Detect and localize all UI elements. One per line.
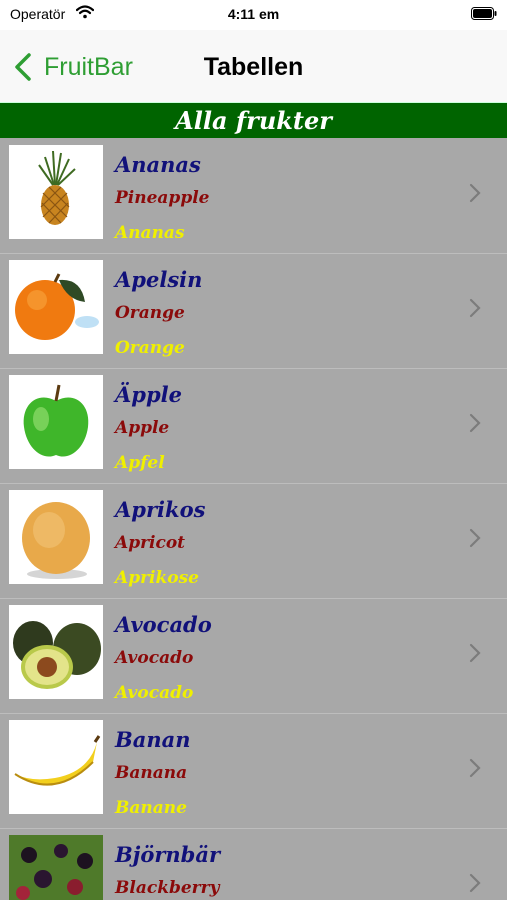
list-item[interactable]: Björnbär Blackberry <box>0 828 507 900</box>
fruit-name-swedish: Apelsin <box>115 267 203 292</box>
fruit-thumbnail <box>9 720 103 814</box>
fruit-name-english: Pineapple <box>115 188 210 208</box>
list-item[interactable]: Apelsin Orange Orange <box>0 253 507 369</box>
fruit-thumbnail <box>9 260 103 354</box>
fruit-name-german: Apfel <box>115 453 165 473</box>
fruit-name-swedish: Äpple <box>115 382 182 407</box>
list-item[interactable]: Banan Banana Banane <box>0 713 507 829</box>
list-item[interactable]: Avocado Avocado Avocado <box>0 598 507 714</box>
fruit-name-swedish: Aprikos <box>115 497 206 522</box>
fruit-name-german: Aprikose <box>115 568 199 588</box>
chevron-right-icon <box>469 413 481 433</box>
chevron-right-icon <box>469 183 481 203</box>
fruit-list[interactable]: Ananas Pineapple Ananas Apelsin Orange O… <box>0 138 507 900</box>
status-bar: Operatör 4:11 em <box>0 0 507 30</box>
fruit-thumbnail <box>9 145 103 239</box>
section-title: Alla frukter <box>175 106 332 135</box>
fruit-name-swedish: Avocado <box>115 612 212 637</box>
fruit-name-german: Orange <box>115 338 185 358</box>
fruit-thumbnail <box>9 835 103 900</box>
battery-icon <box>471 7 497 20</box>
fruit-name-english: Apple <box>115 418 170 438</box>
blackberry-icon <box>9 835 103 900</box>
fruit-thumbnail <box>9 605 103 699</box>
fruit-name-english: Avocado <box>115 648 194 668</box>
chevron-right-icon <box>469 298 481 318</box>
section-header: Alla frukter <box>0 102 507 139</box>
fruit-thumbnail <box>9 490 103 584</box>
chevron-right-icon <box>469 528 481 548</box>
status-time: 4:11 em <box>227 6 280 22</box>
fruit-thumbnail <box>9 375 103 469</box>
orange-icon <box>15 273 99 340</box>
list-item[interactable]: Äpple Apple Apfel <box>0 368 507 484</box>
chevron-right-icon <box>469 873 481 893</box>
fruit-name-swedish: Ananas <box>115 152 201 177</box>
pineapple-icon <box>38 150 76 225</box>
fruit-name-english: Blackberry <box>115 878 220 898</box>
avocado-icon <box>13 621 101 689</box>
chevron-right-icon <box>469 643 481 663</box>
fruit-name-german: Avocado <box>115 683 194 703</box>
fruit-name-english: Orange <box>115 303 185 323</box>
list-item[interactable]: Aprikos Apricot Aprikose <box>0 483 507 599</box>
page-title: Tabellen <box>203 53 304 81</box>
fruit-name-swedish: Björnbär <box>115 842 221 867</box>
chevron-right-icon <box>469 758 481 778</box>
fruit-name-english: Apricot <box>115 533 186 553</box>
apple-icon <box>23 384 89 457</box>
fruit-name-german: Ananas <box>115 223 185 243</box>
fruit-name-english: Banana <box>115 763 188 783</box>
navigation-bar: FruitBar Tabellen <box>0 30 507 103</box>
fruit-name-swedish: Banan <box>115 727 191 752</box>
banana-icon <box>14 735 101 786</box>
fruit-name-german: Banane <box>115 798 187 818</box>
apricot-icon <box>22 502 90 579</box>
list-item[interactable]: Ananas Pineapple Ananas <box>0 138 507 254</box>
